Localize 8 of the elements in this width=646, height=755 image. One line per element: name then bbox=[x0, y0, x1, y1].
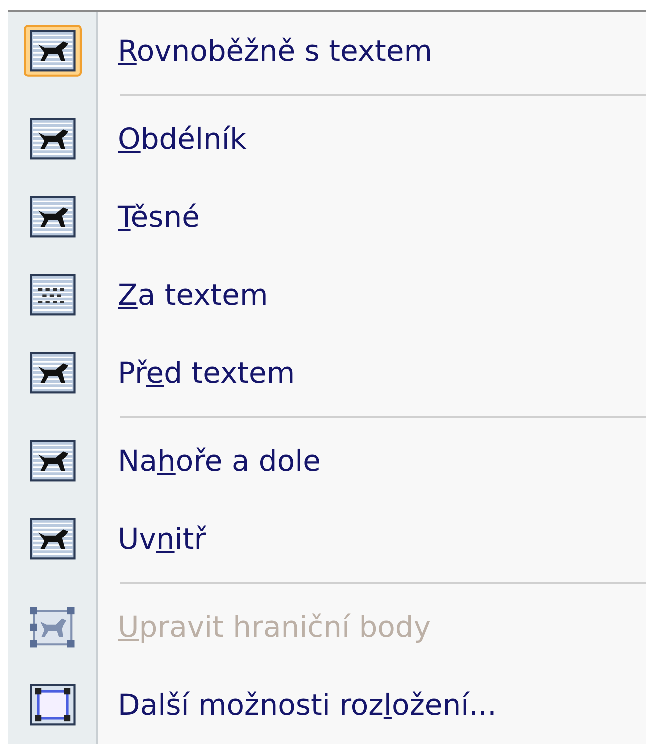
menu-item[interactable]: Další možnosti rozložení... bbox=[118, 688, 497, 722]
menu-item[interactable]: Za textem bbox=[118, 278, 268, 312]
menu-item[interactable]: Těsné bbox=[118, 200, 200, 234]
menu-item[interactable]: Obdélník bbox=[118, 122, 247, 156]
menu-item[interactable]: Rovnoběžně s textem bbox=[118, 34, 432, 68]
menu-item[interactable]: Nahoře a dole bbox=[118, 444, 321, 478]
menu-item[interactable]: Před textem bbox=[118, 356, 296, 390]
menu-item[interactable]: Uvnitř bbox=[118, 522, 206, 556]
